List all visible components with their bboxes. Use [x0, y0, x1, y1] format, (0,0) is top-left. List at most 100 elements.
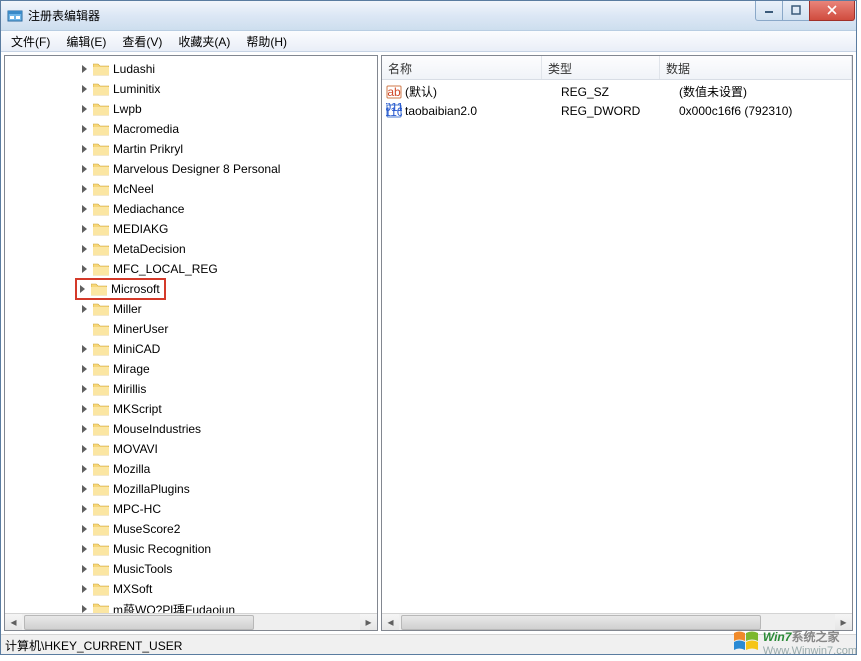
- scroll-thumb[interactable]: [401, 615, 761, 630]
- values-hscrollbar[interactable]: ◂ ▸: [382, 613, 852, 630]
- titlebar[interactable]: 注册表编辑器: [1, 1, 856, 31]
- tree-label: Miller: [113, 302, 142, 316]
- header-name[interactable]: 名称: [382, 56, 542, 79]
- menu-0[interactable]: 文件(F): [3, 31, 58, 52]
- tree-label: Music Recognition: [113, 542, 211, 556]
- menubar: 文件(F)编辑(E)查看(V)收藏夹(A)帮助(H): [1, 31, 856, 52]
- expander-icon[interactable]: [79, 184, 90, 195]
- expander-icon[interactable]: [79, 304, 90, 315]
- tree-item[interactable]: Mirillis: [5, 379, 377, 399]
- expander-icon[interactable]: [79, 544, 90, 555]
- statusbar: 计算机\HKEY_CURRENT_USER: [1, 634, 856, 654]
- minimize-button[interactable]: [755, 1, 783, 21]
- tree-item[interactable]: Ludashi: [5, 59, 377, 79]
- tree-item[interactable]: Luminitix: [5, 79, 377, 99]
- close-button[interactable]: [809, 1, 855, 21]
- tree-item[interactable]: MXSoft: [5, 579, 377, 599]
- tree-panel: LudashiLuminitixLwpb Macromedia Martin Pri…: [4, 55, 378, 631]
- expander-icon[interactable]: [79, 564, 90, 575]
- tree-item[interactable]: MPC-HC: [5, 499, 377, 519]
- expander-icon[interactable]: [79, 164, 90, 175]
- expander-icon[interactable]: [79, 364, 90, 375]
- tree-item[interactable]: McNeel: [5, 179, 377, 199]
- expander-icon[interactable]: [79, 444, 90, 455]
- window: 注册表编辑器 文件(F)编辑(E)查看(V)收藏夹(A)帮助(H) Ludash…: [0, 0, 857, 655]
- tree-item[interactable]: MinerUser: [5, 319, 377, 339]
- tree-item[interactable]: MusicTools: [5, 559, 377, 579]
- tree-item[interactable]: Macromedia: [5, 119, 377, 139]
- tree-item[interactable]: Lwpb: [5, 99, 377, 119]
- expander-icon[interactable]: [79, 464, 90, 475]
- expander-icon[interactable]: [79, 344, 90, 355]
- content: LudashiLuminitixLwpb Macromedia Martin Pri…: [1, 52, 856, 634]
- tree-label: Martin Prikryl: [113, 142, 183, 156]
- tree-item[interactable]: MuseScore2: [5, 519, 377, 539]
- value-row[interactable]: ab(默认)REG_SZ(数值未设置): [382, 82, 852, 101]
- tree-item[interactable]: Martin Prikryl: [5, 139, 377, 159]
- expander-icon[interactable]: [79, 524, 90, 535]
- expander-icon[interactable]: [79, 64, 90, 75]
- expander-icon[interactable]: [79, 84, 90, 95]
- value-name: (默认): [405, 83, 561, 100]
- expander-icon[interactable]: [79, 484, 90, 495]
- value-data: 0x000c16f6 (792310): [679, 104, 852, 118]
- expander-icon[interactable]: [79, 104, 90, 115]
- expander-icon[interactable]: [79, 264, 90, 275]
- header-data[interactable]: 数据: [660, 56, 852, 79]
- tree-item[interactable]: MKScript: [5, 399, 377, 419]
- expander-icon[interactable]: [79, 224, 90, 235]
- tree-label: Marvelous Designer 8 Personal: [113, 162, 280, 176]
- tree-item[interactable]: Mediachance: [5, 199, 377, 219]
- tree-label: MKScript: [113, 402, 162, 416]
- highlight-box: Microsoft: [75, 278, 166, 300]
- tree-item[interactable]: MozillaPlugins: [5, 479, 377, 499]
- status-path: 计算机\HKEY_CURRENT_USER: [5, 639, 182, 653]
- tree-item[interactable]: Mirage: [5, 359, 377, 379]
- header-type[interactable]: 类型: [542, 56, 660, 79]
- tree-view[interactable]: LudashiLuminitixLwpb Macromedia Martin Pri…: [5, 56, 377, 616]
- expander-icon[interactable]: [79, 144, 90, 155]
- expander-icon[interactable]: [77, 284, 88, 295]
- expander-icon[interactable]: [79, 424, 90, 435]
- tree-item[interactable]: Mozilla: [5, 459, 377, 479]
- scroll-right-button[interactable]: ▸: [360, 614, 377, 631]
- tree-label: MEDIAKG: [113, 222, 168, 236]
- scroll-left-button[interactable]: ◂: [382, 614, 399, 631]
- tree-item[interactable]: MFC_LOCAL_REG: [5, 259, 377, 279]
- values-panel: 名称 类型 数据 ab(默认)REG_SZ(数值未设置)011110taobai…: [381, 55, 853, 631]
- expander-icon[interactable]: [79, 244, 90, 255]
- tree-label: MiniCAD: [113, 342, 160, 356]
- list-header: 名称 类型 数据: [382, 56, 852, 80]
- expander-icon[interactable]: [79, 504, 90, 515]
- list-body[interactable]: ab(默认)REG_SZ(数值未设置)011110taobaibian2.0RE…: [382, 80, 852, 120]
- tree-label: MouseIndustries: [113, 422, 201, 436]
- scroll-right-button[interactable]: ▸: [835, 614, 852, 631]
- expander-icon[interactable]: [79, 204, 90, 215]
- tree-item[interactable]: Microsoft: [5, 279, 377, 299]
- tree-item[interactable]: MOVAVI: [5, 439, 377, 459]
- tree-item[interactable]: MEDIAKG: [5, 219, 377, 239]
- expander-icon[interactable]: [79, 404, 90, 415]
- tree-label: Macromedia: [113, 122, 179, 136]
- tree-label: MFC_LOCAL_REG: [113, 262, 218, 276]
- menu-3[interactable]: 收藏夹(A): [170, 31, 238, 52]
- tree-item[interactable]: MetaDecision: [5, 239, 377, 259]
- tree-item[interactable]: Music Recognition: [5, 539, 377, 559]
- tree-item[interactable]: Marvelous Designer 8 Personal: [5, 159, 377, 179]
- tree-hscrollbar[interactable]: ◂ ▸: [5, 613, 377, 630]
- value-row[interactable]: 011110taobaibian2.0REG_DWORD0x000c16f6 (…: [382, 101, 852, 120]
- expander-icon[interactable]: [79, 584, 90, 595]
- menu-4[interactable]: 帮助(H): [238, 31, 295, 52]
- expander-icon[interactable]: [79, 124, 90, 135]
- menu-2[interactable]: 查看(V): [114, 31, 170, 52]
- menu-1[interactable]: 编辑(E): [58, 31, 114, 52]
- tree-label: MinerUser: [113, 322, 168, 336]
- window-buttons: [756, 1, 855, 21]
- tree-item[interactable]: Miller: [5, 299, 377, 319]
- scroll-thumb[interactable]: [24, 615, 254, 630]
- expander-icon[interactable]: [79, 384, 90, 395]
- tree-item[interactable]: MouseIndustries: [5, 419, 377, 439]
- tree-item[interactable]: MiniCAD: [5, 339, 377, 359]
- scroll-left-button[interactable]: ◂: [5, 614, 22, 631]
- maximize-button[interactable]: [782, 1, 810, 21]
